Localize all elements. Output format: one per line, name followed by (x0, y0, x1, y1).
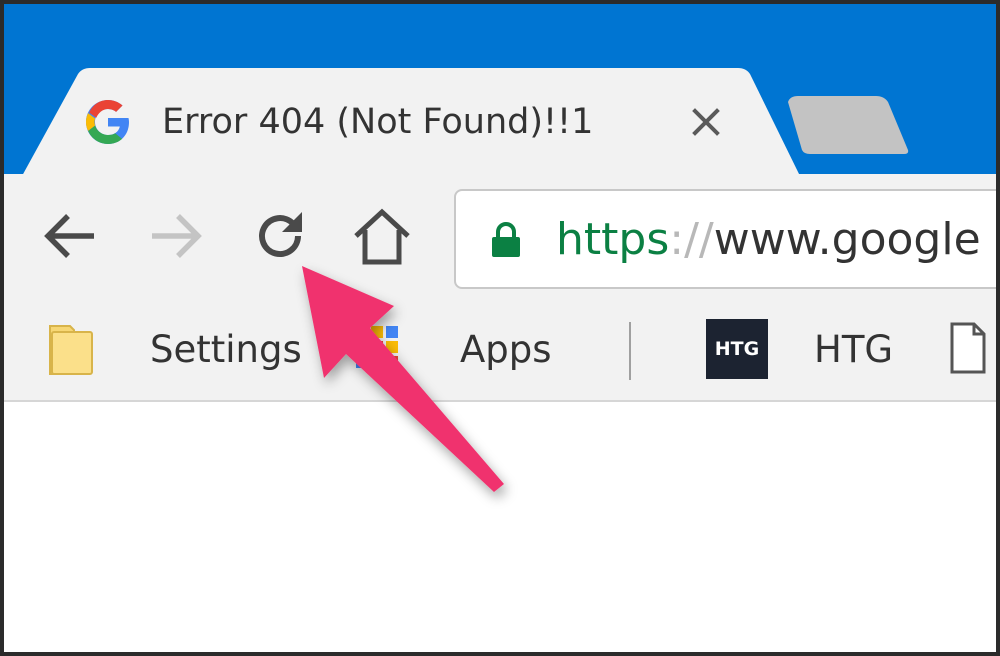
bookmark-htg[interactable]: HTG (814, 326, 893, 374)
home-icon[interactable] (350, 204, 414, 268)
address-bar[interactable]: https://www.google (454, 189, 996, 289)
htg-logo: HTG (706, 319, 768, 379)
forward-button[interactable] (144, 204, 208, 268)
tab-title: Error 404 (Not Found)!!1 (162, 102, 594, 142)
page-content (4, 402, 996, 652)
google-favicon-icon (86, 100, 129, 144)
url-separator: :// (669, 214, 714, 265)
lock-icon (492, 222, 520, 257)
bookmark-settings[interactable]: Settings (150, 326, 302, 374)
new-tab-button[interactable] (784, 94, 914, 156)
url-text: https://www.google (556, 211, 981, 269)
bookmark-apps[interactable]: Apps (460, 326, 552, 374)
url-host: www.google (713, 214, 981, 265)
browser-window: Error 404 (Not Found)!!1 https://www.goo… (4, 4, 996, 652)
apps-grid-icon (356, 326, 398, 368)
folder-icon (49, 325, 93, 375)
close-icon[interactable] (690, 106, 722, 138)
url-scheme: https (556, 214, 670, 265)
reload-icon[interactable] (248, 204, 312, 268)
back-button[interactable] (38, 204, 102, 268)
page-icon[interactable] (948, 320, 988, 376)
bookmarks-separator (629, 322, 631, 380)
